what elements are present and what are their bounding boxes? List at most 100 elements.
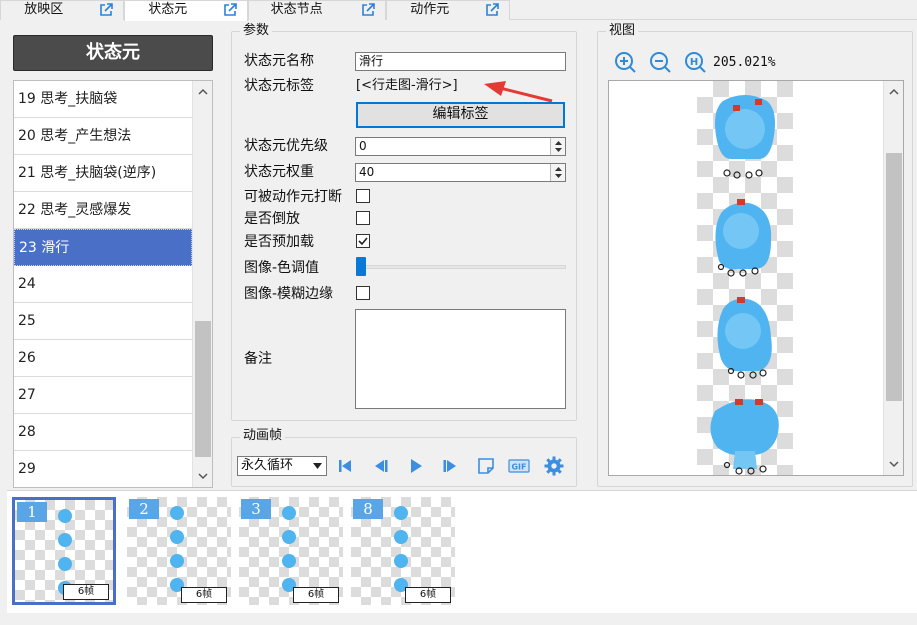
- tab-label: 状态元: [148, 2, 188, 17]
- frame-count: 6帧: [63, 584, 109, 600]
- list-scrollbar[interactable]: [192, 81, 212, 487]
- name-label: 状态元名称: [244, 53, 314, 69]
- scroll-down-icon[interactable]: [193, 467, 212, 485]
- list-item[interactable]: 20 思考_产生想法: [14, 118, 192, 155]
- anim-group-title: 动画帧: [240, 429, 286, 443]
- frame-number: 2: [129, 499, 159, 519]
- reverse-label: 是否倒放: [244, 211, 300, 227]
- edit-tag-button[interactable]: 编辑标签: [356, 102, 565, 128]
- zoom-in-icon[interactable]: [613, 50, 637, 74]
- stepper-buttons[interactable]: [550, 138, 565, 155]
- list-item[interactable]: 19 思考_扶脑袋: [14, 81, 192, 118]
- tab-label: 放映区: [24, 2, 64, 17]
- list-item[interactable]: 24: [14, 266, 192, 303]
- frame-sprite: [282, 506, 296, 592]
- blur-label: 图像-模糊边缘: [244, 286, 334, 302]
- scroll-up-icon[interactable]: [193, 83, 212, 101]
- settings-gear-icon[interactable]: [543, 455, 565, 477]
- tab-state-element[interactable]: 状态元: [124, 0, 248, 21]
- sprite-frame-3: [717, 297, 772, 379]
- stepper-buttons[interactable]: [550, 164, 565, 181]
- priority-label: 状态元优先级: [244, 138, 328, 154]
- list-item-selected[interactable]: 23 滑行: [14, 229, 192, 266]
- frame-number: 3: [241, 499, 271, 519]
- external-link-icon[interactable]: [222, 2, 238, 18]
- interruptible-checkbox[interactable]: [356, 189, 370, 203]
- preview-scrollbar[interactable]: [883, 81, 903, 475]
- list-item[interactable]: 28: [14, 414, 192, 451]
- weight-label: 状态元权重: [244, 164, 314, 180]
- scroll-thumb[interactable]: [195, 321, 211, 457]
- new-frame-icon[interactable]: [475, 455, 497, 477]
- frame-number: 8: [353, 499, 383, 519]
- priority-stepper[interactable]: 0: [355, 137, 566, 156]
- hue-slider-track[interactable]: [357, 265, 566, 269]
- checkmark-icon: [358, 237, 368, 246]
- loop-mode-select[interactable]: 永久循环: [237, 456, 327, 476]
- frame-count: 6帧: [405, 587, 451, 603]
- tab-bar: 放映区 状态元 状态节点 动作元: [0, 0, 917, 21]
- reverse-checkbox[interactable]: [356, 211, 370, 225]
- note-textarea[interactable]: [355, 309, 566, 409]
- scroll-thumb[interactable]: [886, 153, 902, 401]
- params-group-title: 参数: [240, 24, 273, 38]
- frame-thumbnail[interactable]: 8 6帧: [351, 497, 455, 605]
- frame-count: 6帧: [293, 587, 339, 603]
- preload-label: 是否预加载: [244, 234, 314, 250]
- external-link-icon[interactable]: [484, 2, 500, 18]
- list-item[interactable]: 21 思考_扶脑袋(逆序): [14, 155, 192, 192]
- preload-checkbox[interactable]: [356, 234, 370, 248]
- external-link-icon[interactable]: [98, 2, 114, 18]
- tab-label: 动作元: [410, 2, 450, 17]
- hue-slider-thumb[interactable]: [356, 257, 366, 276]
- frame-sprite: [170, 506, 184, 592]
- svg-text:GIF: GIF: [511, 463, 526, 472]
- tab-playback-area[interactable]: 放映区: [0, 0, 124, 20]
- prev-frame-icon[interactable]: [369, 455, 391, 477]
- tab-label: 状态节点: [270, 2, 323, 17]
- note-label: 备注: [244, 351, 272, 367]
- first-frame-icon[interactable]: [334, 455, 356, 477]
- scroll-up-icon[interactable]: [884, 83, 903, 101]
- tag-value: [<行走图-滑行>]: [356, 78, 458, 93]
- frame-thumbnail[interactable]: 3 6帧: [239, 497, 343, 605]
- weight-stepper[interactable]: 40: [355, 163, 566, 182]
- list-item[interactable]: 29: [14, 451, 192, 487]
- svg-text:H: H: [690, 57, 698, 68]
- zoom-level: 205.021%: [713, 55, 776, 70]
- frame-number: 1: [17, 502, 47, 522]
- next-frame-icon[interactable]: [440, 455, 462, 477]
- hue-label: 图像-色调值: [244, 260, 320, 276]
- blur-checkbox[interactable]: [356, 286, 370, 300]
- frame-thumbnail[interactable]: 1 6帧: [12, 497, 116, 605]
- name-field[interactable]: 滑行: [355, 52, 566, 71]
- state-element-list[interactable]: 19 思考_扶脑袋 20 思考_产生想法 21 思考_扶脑袋(逆序) 22 思考…: [13, 80, 213, 488]
- tab-action-element[interactable]: 动作元: [386, 0, 510, 20]
- play-icon[interactable]: [405, 455, 427, 477]
- view-group-title: 视图: [606, 24, 639, 38]
- list-item[interactable]: 27: [14, 377, 192, 414]
- frame-strip-scrollbar[interactable]: [7, 613, 917, 625]
- tab-state-node[interactable]: 状态节点: [248, 0, 386, 20]
- tag-label: 状态元标签: [244, 78, 314, 94]
- frame-count: 6帧: [181, 587, 227, 603]
- sprite-frames: [710, 95, 779, 475]
- sprite-frame-2: [715, 199, 772, 277]
- zoom-reset-icon[interactable]: H: [683, 50, 707, 74]
- scroll-down-icon[interactable]: [884, 455, 903, 473]
- list-item[interactable]: 26: [14, 340, 192, 377]
- weight-value: 40: [359, 165, 375, 179]
- external-link-icon[interactable]: [360, 2, 376, 18]
- chevron-down-icon: [313, 463, 322, 469]
- state-element-header: 状态元: [13, 35, 213, 71]
- sprite-preview[interactable]: [608, 80, 904, 476]
- priority-value: 0: [359, 139, 367, 153]
- zoom-out-icon[interactable]: [648, 50, 672, 74]
- frame-thumbnail[interactable]: 2 6帧: [127, 497, 231, 605]
- sprite-frame-1: [715, 95, 775, 179]
- gif-icon[interactable]: GIF: [508, 455, 530, 477]
- loop-mode-value: 永久循环: [241, 458, 294, 473]
- frame-sprite: [394, 506, 408, 592]
- list-item[interactable]: 22 思考_灵感爆发: [14, 192, 192, 229]
- list-item[interactable]: 25: [14, 303, 192, 340]
